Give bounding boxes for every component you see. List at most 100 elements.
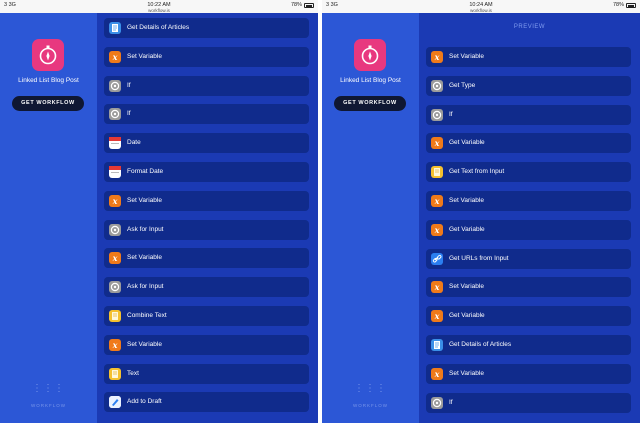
variable-icon: x [109, 338, 121, 351]
svg-text:x: x [112, 253, 118, 263]
workflow-logo-text: WORKFLOW [31, 403, 66, 408]
action-row[interactable]: Get Details of Articles [426, 335, 631, 355]
action-row[interactable]: Get URLs from Input [426, 248, 631, 269]
calendar-icon [109, 137, 121, 150]
action-label: Combine Text [127, 312, 167, 319]
action-label: Get Details of Articles [449, 341, 512, 348]
action-label: Set Variable [449, 369, 484, 377]
action-row[interactable]: x Set Variable [426, 277, 631, 298]
action-row[interactable]: x Set Variable [104, 190, 309, 211]
action-row[interactable]: Get Details of Articles [104, 18, 309, 38]
sidebar: Linked List Blog Post GET WORKFLOW ⋮⋮⋮ W… [322, 13, 419, 423]
action-row[interactable]: x Get Variable [426, 133, 631, 154]
action-row[interactable]: Ask for Input [104, 219, 309, 240]
action-label: Ask for Input [127, 225, 164, 233]
action-row[interactable]: x Set Variable [426, 363, 631, 384]
action-row[interactable]: Combine Text [104, 306, 309, 326]
workflow-logo: ⋮⋮⋮ WORKFLOW [322, 383, 419, 412]
action-label: Get Details of Articles [127, 24, 190, 31]
action-label: Format Date [127, 168, 164, 175]
action-row[interactable]: x Set Variable [104, 334, 309, 355]
action-row[interactable]: Get Type [426, 75, 631, 96]
gear-icon [431, 396, 443, 409]
link-icon [431, 252, 443, 265]
workflow-title: Linked List Blog Post [18, 77, 79, 84]
doc-icon [109, 22, 121, 34]
doc-icon [431, 339, 443, 351]
action-row[interactable]: x Set Variable [104, 46, 309, 67]
action-row[interactable]: Text [104, 363, 309, 384]
variable-icon: x [431, 223, 443, 236]
gear-icon [109, 281, 121, 294]
gear-icon [109, 79, 121, 92]
action-row[interactable]: If [104, 104, 309, 125]
variable-icon: x [109, 194, 121, 207]
workflow-logo: ⋮⋮⋮ WORKFLOW [0, 383, 97, 412]
compass-icon [354, 39, 386, 71]
action-row[interactable]: x Set Variable [426, 191, 631, 211]
action-label: Set Variable [449, 283, 484, 291]
action-list: PREVIEW x Set Variable Get Type If x Get Vari… [419, 13, 640, 423]
action-label: Set Variable [127, 254, 162, 262]
action-row[interactable]: x Set Variable [426, 47, 631, 67]
variable-icon: x [431, 367, 443, 380]
left-screen: 3 3G 10:22 AM 78% workflow.is Linked Lis… [0, 0, 318, 423]
get-workflow-button[interactable]: GET WORKFLOW [12, 96, 84, 111]
svg-text:x: x [434, 138, 440, 148]
action-label: Set Variable [449, 197, 484, 204]
action-label: Get URLs from Input [449, 254, 509, 262]
action-label: Get Variable [449, 312, 485, 320]
variable-icon: x [109, 252, 121, 265]
action-row[interactable]: If [426, 392, 631, 413]
action-row[interactable]: x Get Variable [426, 219, 631, 240]
action-row[interactable]: If [426, 104, 631, 125]
gear-icon [109, 108, 121, 121]
action-row[interactable]: Get Text from Input [426, 162, 631, 183]
variable-icon: x [431, 51, 443, 63]
action-label: Date [127, 139, 141, 147]
svg-text:x: x [434, 369, 440, 379]
status-bar: 3 3G 10:24 AM 78% workflow.is [322, 0, 640, 13]
action-row[interactable]: Format Date [104, 162, 309, 182]
text-icon [109, 367, 121, 380]
action-label: Ask for Input [127, 283, 164, 291]
variable-icon: x [431, 137, 443, 150]
action-row[interactable]: Ask for Input [104, 277, 309, 298]
action-label: Set Variable [127, 340, 162, 348]
right-screen: 3 3G 10:24 AM 78% workflow.is Linked Lis… [322, 0, 640, 423]
svg-text:x: x [434, 196, 440, 206]
svg-text:x: x [434, 282, 440, 292]
action-list: Get Details of Articles x Set Variable If If… [97, 13, 318, 423]
action-row[interactable]: If [104, 75, 309, 96]
preview-label: PREVIEW [513, 24, 546, 30]
gear-icon [109, 223, 121, 236]
svg-text:x: x [112, 340, 118, 350]
action-label: Add to Draft [127, 398, 162, 406]
action-label: If [449, 110, 453, 118]
action-row[interactable]: Add to Draft [104, 392, 309, 413]
action-label: Set Variable [127, 196, 162, 204]
compass-icon [32, 39, 64, 71]
variable-icon: x [109, 50, 121, 63]
action-label: Set Variable [127, 52, 162, 60]
svg-text:x: x [112, 196, 118, 206]
action-row[interactable]: Date [104, 133, 309, 154]
svg-text:x: x [434, 52, 440, 62]
get-workflow-button[interactable]: GET WORKFLOW [334, 96, 406, 111]
action-label: If [127, 81, 131, 89]
gear-icon [431, 79, 443, 92]
action-label: Get Variable [449, 139, 485, 147]
drafts-icon [109, 396, 121, 409]
action-label: Get Variable [449, 225, 485, 233]
sidebar: Linked List Blog Post GET WORKFLOW ⋮⋮⋮ W… [0, 13, 97, 423]
variable-icon: x [431, 281, 443, 294]
status-bar: 3 3G 10:22 AM 78% workflow.is [0, 0, 318, 13]
workflow-logo-icon: ⋮⋮⋮ [354, 383, 387, 394]
action-label: If [127, 110, 131, 118]
action-row[interactable]: x Set Variable [104, 248, 309, 269]
workflow-logo-icon: ⋮⋮⋮ [32, 383, 65, 394]
action-label: Get Text from Input [449, 168, 505, 176]
gear-icon [431, 108, 443, 121]
action-row[interactable]: x Get Variable [426, 306, 631, 327]
variable-icon: x [431, 310, 443, 323]
